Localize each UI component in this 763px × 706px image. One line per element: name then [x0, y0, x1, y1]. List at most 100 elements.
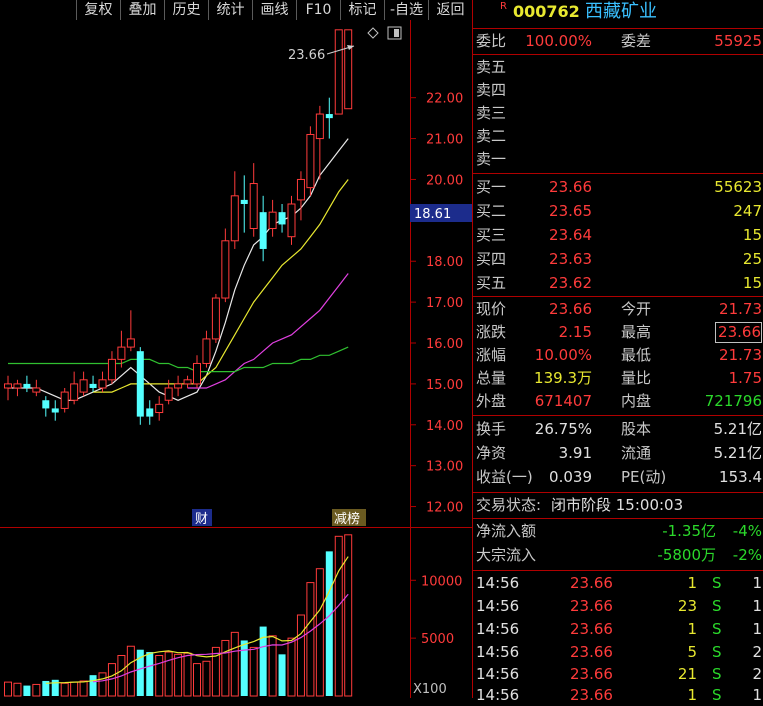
change-value: 2.15: [558, 323, 592, 341]
tick-row[interactable]: 14:56 23.66 1 S 1: [473, 572, 763, 594]
high-value: 23.66: [715, 322, 762, 343]
candle-body: [13, 383, 22, 389]
pe-label: PE(动): [621, 468, 667, 486]
eps-value: 0.039: [549, 468, 592, 486]
volume-bar: [249, 646, 258, 697]
quote-row-change: 涨跌 2.15 最高 23.66: [473, 321, 763, 344]
sell-2[interactable]: 卖二: [473, 125, 763, 148]
toolbar-restore-rights[interactable]: 复权: [76, 0, 120, 20]
turnover-label: 换手: [476, 420, 507, 438]
kline-chart[interactable]: 22.00 21.00 20.00 18.00 17.00 16.00 15.00 14.00…: [0, 20, 472, 528]
price-tick-label: 16.00: [426, 337, 463, 352]
tick-side: S: [712, 686, 722, 704]
volume-bar: [13, 682, 22, 697]
tick-price: 23.66: [570, 665, 613, 683]
buy-3-price: 23.64: [549, 226, 592, 244]
candle-body: [136, 351, 144, 417]
buy-3[interactable]: 买三 23.64 15: [473, 224, 763, 247]
share-capital-value: 5.21亿: [713, 420, 762, 438]
block-inflow-label: 大宗流入: [476, 546, 537, 564]
price-tick-label: 14.00: [426, 419, 463, 434]
price-tick-label: 12.00: [426, 501, 463, 516]
tick-row[interactable]: 14:56 23.66 1 S 1: [473, 684, 763, 706]
volume-bar: [334, 535, 343, 697]
volume-bar: [89, 675, 97, 696]
toolbar-f10[interactable]: F10: [296, 0, 340, 20]
sell-5[interactable]: 卖五: [473, 56, 763, 79]
sell-4-label: 卖四: [476, 81, 507, 99]
toolbar-mark[interactable]: 标记: [340, 0, 384, 20]
buy-2-label: 买二: [476, 202, 507, 220]
toolbar-overlay[interactable]: 叠加: [120, 0, 164, 20]
tick-row[interactable]: 14:56 23.66 1 S 1: [473, 618, 763, 640]
sell-3[interactable]: 卖三: [473, 102, 763, 125]
buy-5-price: 23.62: [549, 274, 592, 292]
candle-body: [230, 195, 239, 242]
buy-1[interactable]: 买一 23.66 55623: [473, 176, 763, 199]
change-label: 涨跌: [476, 323, 507, 341]
diamond-icon[interactable]: [367, 27, 379, 39]
tick-row[interactable]: 14:56 23.66 5 S 2: [473, 641, 763, 663]
candle-body: [249, 183, 258, 230]
max-price-annotation: 23.66: [288, 48, 325, 63]
sell-4[interactable]: 卖四: [473, 79, 763, 102]
buy-4[interactable]: 买四 23.63 25: [473, 248, 763, 271]
toolbar-watchlist[interactable]: -自选: [384, 0, 428, 20]
tick-row[interactable]: 14:56 23.66 21 S 2: [473, 663, 763, 685]
toolbar-stats[interactable]: 统计: [208, 0, 252, 20]
tick-count: 1: [752, 620, 762, 638]
sell-3-label: 卖三: [476, 104, 507, 122]
candle-body: [32, 387, 41, 393]
chart-toolbar: 复权 叠加 历史 统计 画线 F10 标记 -自选 返回: [0, 0, 472, 20]
total-volume-label: 总量: [476, 369, 507, 387]
ma-line: [8, 346, 349, 373]
sell-1[interactable]: 卖一: [473, 148, 763, 171]
tick-price: 23.66: [570, 597, 613, 615]
buy-3-volume: 15: [742, 226, 762, 244]
tick-time: 14:56: [476, 665, 520, 683]
toolbar-back[interactable]: 返回: [428, 0, 472, 20]
pct-change-value: 10.00%: [534, 346, 592, 364]
volume-bar: [278, 654, 286, 696]
candle-body: [268, 211, 277, 230]
candle-body: [89, 383, 97, 388]
quote-panel: R 000762 西藏矿业 委比 100.00% 委差 55925 卖五 卖四 …: [472, 0, 763, 704]
tick-count: 1: [752, 597, 762, 615]
volume-bar: [23, 685, 31, 696]
tick-side: S: [712, 665, 722, 683]
tick-row[interactable]: 14:56 23.66 23 S 1: [473, 595, 763, 617]
tick-time: 14:56: [476, 597, 520, 615]
candlesticks: [4, 29, 353, 425]
candle-body: [325, 114, 333, 119]
tick-volume: 1: [687, 574, 697, 592]
stock-code: 000762: [513, 2, 580, 21]
volume-bar: [296, 614, 305, 697]
candle-body: [155, 403, 164, 414]
volume-bar: [155, 655, 164, 697]
buy-2[interactable]: 买二 23.65 247: [473, 200, 763, 223]
eps-label: 收益(一): [476, 468, 533, 486]
volume-chart[interactable]: 10000 5000 X100: [0, 528, 472, 698]
volume-bar: [221, 639, 230, 697]
net-inflow-value: -1.35亿: [662, 522, 716, 540]
turnover-value: 26.75%: [534, 420, 592, 438]
float-shares-label: 流通: [621, 444, 652, 462]
buy-5[interactable]: 买五 23.62 15: [473, 272, 763, 295]
price-tick-label: 20.00: [426, 173, 463, 188]
buy-1-price: 23.66: [549, 178, 592, 196]
price-axis: 22.00 21.00 20.00 18.00 17.00 16.00 15.00 14.00…: [410, 92, 463, 516]
volume-bar: [325, 551, 333, 696]
candle-body: [23, 383, 31, 388]
buy-2-price: 23.65: [549, 202, 592, 220]
block-inflow-row: 大宗流入 -5800万 -2%: [473, 544, 763, 567]
toolbar-history[interactable]: 历史: [164, 0, 208, 20]
tick-side: S: [712, 574, 722, 592]
tick-side: S: [712, 643, 722, 661]
price-tick-label: 15.00: [426, 378, 463, 393]
toolbar-draw-line[interactable]: 画线: [252, 0, 296, 20]
candle-body: [344, 29, 353, 110]
volume-bar: [306, 582, 315, 697]
low-value: 21.73: [719, 346, 762, 364]
candle-body: [296, 178, 305, 201]
candle-body: [51, 408, 59, 413]
